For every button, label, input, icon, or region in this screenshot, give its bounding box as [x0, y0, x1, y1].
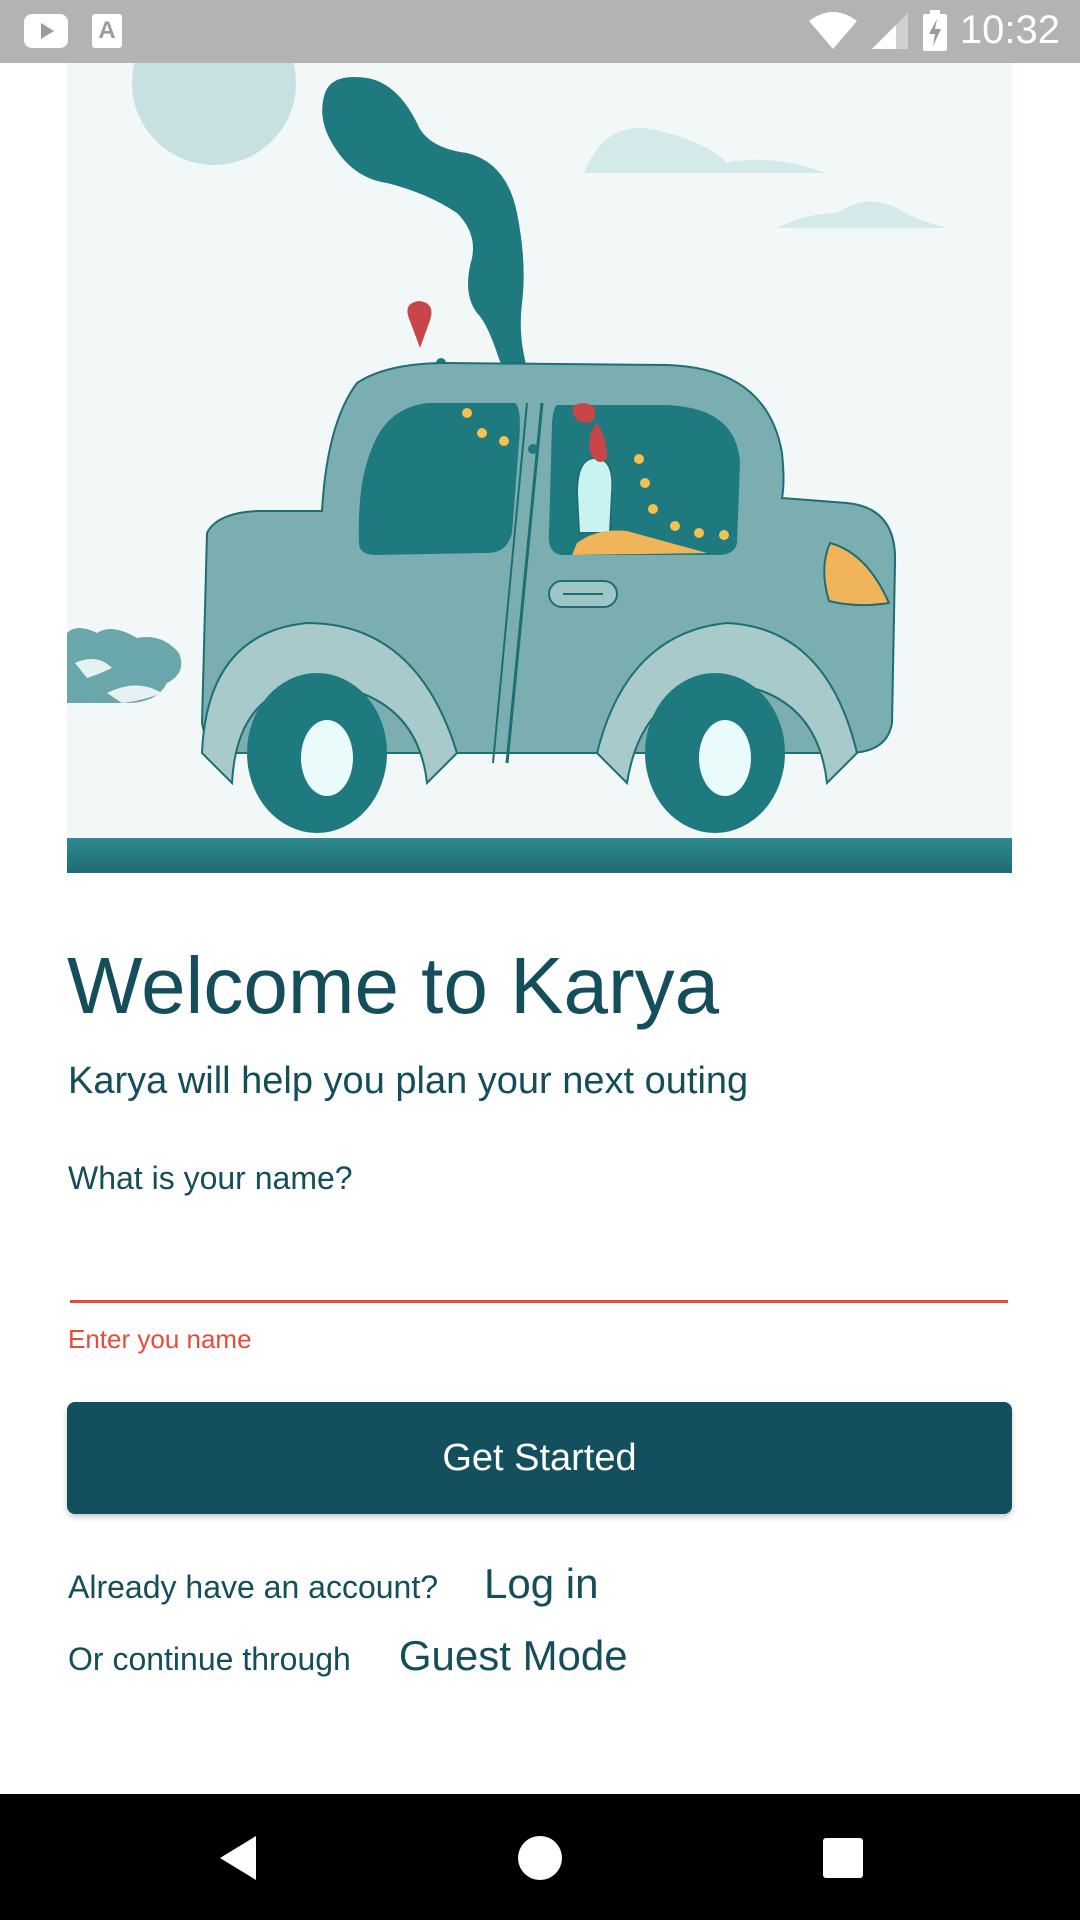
get-started-button[interactable]: Get Started — [67, 1402, 1012, 1514]
status-right-icons: 10:32 — [808, 8, 1060, 53]
hero-ground — [67, 838, 1012, 873]
status-bar: A 10:32 — [0, 0, 1080, 63]
back-icon[interactable] — [212, 1830, 268, 1886]
wifi-icon — [808, 11, 857, 49]
page-subtitle: Karya will help you plan your next outin… — [68, 1060, 749, 1102]
status-left-icons: A — [24, 14, 122, 48]
login-prompt: Already have an account? — [68, 1569, 439, 1605]
page-title: Welcome to Karya — [67, 941, 720, 1030]
login-row: Already have an account? Log in — [68, 1560, 598, 1608]
battery-charging-icon — [922, 9, 947, 51]
home-icon[interactable] — [512, 1830, 568, 1886]
name-error-text: Enter you name — [68, 1324, 252, 1354]
guest-mode-link[interactable]: Guest Mode — [399, 1632, 628, 1680]
car-with-smoke-illustration — [67, 63, 947, 833]
guest-prompt: Or continue through — [68, 1641, 351, 1677]
status-time: 10:32 — [959, 8, 1060, 52]
signal-icon — [871, 12, 908, 49]
name-input[interactable] — [70, 1230, 1008, 1303]
youtube-icon — [24, 14, 68, 48]
a-keyboard-icon: A — [92, 14, 122, 48]
guest-row: Or continue through Guest Mode — [68, 1632, 628, 1680]
login-link[interactable]: Log in — [484, 1560, 598, 1608]
recents-icon[interactable] — [815, 1830, 871, 1886]
hero-illustration — [67, 63, 1012, 873]
name-field-label: What is your name? — [68, 1160, 353, 1196]
navigation-bar — [0, 1794, 1080, 1920]
